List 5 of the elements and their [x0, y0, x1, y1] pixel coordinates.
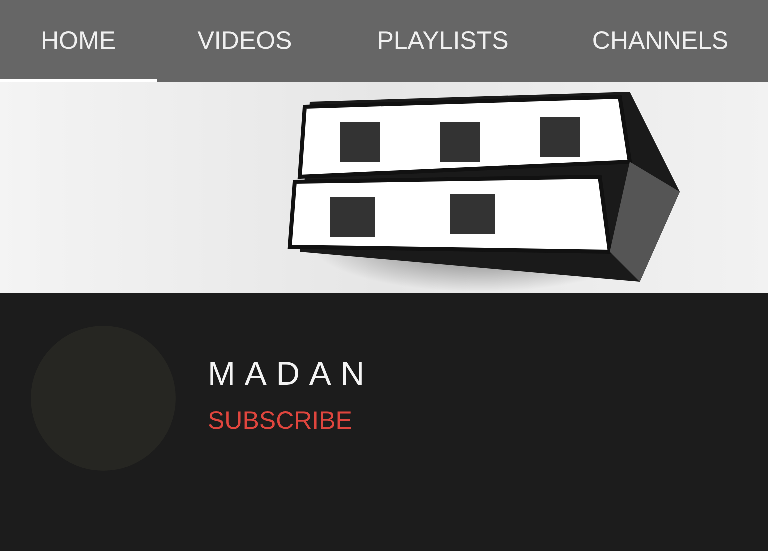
tab[interactable]: CHANNELS [553, 0, 768, 82]
channel-name: M A D A N [208, 355, 366, 393]
tab[interactable]: VIDEOS [157, 0, 333, 82]
subscribe-button[interactable]: SUBSCRIBE [208, 407, 352, 436]
tab[interactable]: PLAYLISTS [333, 0, 553, 82]
